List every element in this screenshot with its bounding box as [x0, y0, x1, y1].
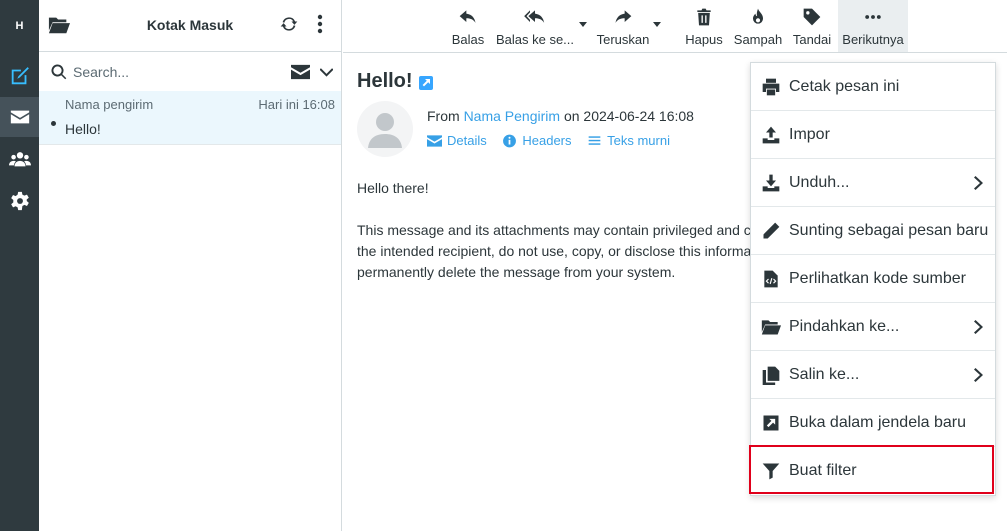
menu-item-import[interactable]: Impor — [751, 111, 995, 159]
list-header: Kotak Masuk — [39, 0, 341, 52]
menu-item-open-new-window[interactable]: Buka dalam jendela baru — [751, 399, 995, 447]
unread-dot — [51, 121, 56, 126]
more-actions-menu: Cetak pesan ini Impor Unduh... Sunting s… — [750, 62, 996, 496]
list-item-date: Hari ini 16:08 — [258, 97, 335, 112]
body-line: This message and its attachments may con… — [357, 222, 751, 238]
on-label: on — [563, 108, 580, 124]
envelope-filter-icon[interactable] — [291, 64, 310, 83]
fire-icon — [753, 8, 763, 24]
menu-item-copy[interactable]: Salin ke... — [751, 351, 995, 399]
info-icon — [503, 134, 517, 147]
printer-icon — [762, 78, 780, 95]
avatar — [357, 101, 413, 157]
chevron-right-icon — [974, 176, 983, 193]
more-button[interactable]: Berikutnya — [838, 0, 908, 52]
tag-icon — [803, 8, 821, 26]
menu-item-print[interactable]: Cetak pesan ini — [751, 63, 995, 111]
from-label: From — [427, 108, 460, 124]
message-body: Hello there! This message and its attach… — [357, 178, 757, 283]
body-paragraph: This message and its attachments may con… — [357, 220, 757, 283]
list-item-sender: Nama pengirim — [65, 97, 154, 112]
body-greeting: Hello there! — [357, 180, 429, 196]
forward-button[interactable]: Teruskan — [595, 0, 651, 52]
message-date: 2024-06-24 16:08 — [583, 108, 694, 124]
list-item[interactable]: Nama pengirim Hari ini 16:08 Hello! — [39, 91, 341, 145]
open-external-icon[interactable] — [419, 76, 433, 90]
plain-text-link[interactable]: Teks murni — [587, 133, 670, 148]
chevron-right-icon — [974, 320, 983, 337]
header-links: Details Headers Teks murni — [427, 133, 682, 151]
envelope-icon — [10, 110, 29, 124]
list-menu-icon[interactable] — [316, 14, 324, 37]
reply-icon — [459, 10, 476, 23]
chevron-down-icon[interactable] — [319, 65, 334, 81]
taskbar: H — [0, 0, 39, 531]
junk-button[interactable]: Sampah — [733, 0, 783, 52]
reply-all-button[interactable]: Balas ke se... — [495, 0, 575, 52]
trash-icon — [697, 8, 711, 26]
upload-icon — [762, 126, 780, 143]
body-line: permanently delete the message from your… — [357, 264, 676, 280]
app-logo: H — [15, 20, 24, 32]
forward-icon — [615, 10, 632, 23]
mail-button[interactable] — [0, 97, 39, 137]
users-icon — [8, 152, 31, 167]
external-window-icon — [763, 415, 779, 430]
menu-item-move[interactable]: Pindahkan ke... — [751, 303, 995, 351]
pencil-icon — [763, 222, 780, 238]
headers-link[interactable]: Headers — [502, 133, 572, 148]
file-code-icon — [764, 270, 778, 287]
lines-icon — [588, 135, 601, 145]
search-icon — [50, 63, 68, 84]
message-subject: Hello! — [357, 70, 413, 92]
message-list-panel: Kotak Masuk Nama pengirim Hari ini 16:08… — [39, 0, 342, 531]
refresh-icon[interactable] — [279, 14, 299, 37]
download-icon — [762, 174, 780, 191]
forward-dropdown-icon[interactable] — [653, 22, 661, 27]
from-line: From Nama Pengirim on 2024-06-24 16:08 — [427, 108, 694, 124]
copy-icon — [762, 366, 780, 385]
compose-icon — [11, 67, 29, 85]
envelope-icon — [427, 134, 442, 147]
menu-item-edit-as-new[interactable]: Sunting sebagai pesan baru — [751, 207, 995, 255]
gear-icon — [10, 191, 29, 211]
settings-button[interactable] — [0, 181, 39, 221]
highlight-box — [749, 445, 994, 494]
reply-button[interactable]: Balas — [449, 0, 487, 52]
sender-link[interactable]: Nama Pengirim — [464, 108, 560, 124]
list-item-subject: Hello! — [65, 121, 101, 137]
menu-item-view-source[interactable]: Perlihatkan kode sumber — [751, 255, 995, 303]
search-input[interactable] — [73, 61, 273, 83]
message-toolbar: Balas Balas ke se... Teruskan Hapus Samp… — [343, 0, 1007, 53]
chevron-right-icon — [974, 368, 983, 385]
menu-item-download[interactable]: Unduh... — [751, 159, 995, 207]
reply-all-dropdown-icon[interactable] — [579, 22, 587, 27]
delete-button[interactable]: Hapus — [683, 0, 725, 52]
details-link[interactable]: Details — [427, 133, 487, 148]
contacts-button[interactable] — [0, 139, 39, 179]
mark-button[interactable]: Tandai — [791, 0, 833, 52]
compose-button[interactable] — [0, 56, 39, 96]
search-bar — [39, 53, 341, 91]
ellipsis-icon — [865, 15, 881, 19]
folder-open-icon — [761, 319, 781, 334]
reply-all-icon — [524, 10, 545, 23]
body-line: the intended recipient, do not use, copy… — [357, 243, 752, 259]
